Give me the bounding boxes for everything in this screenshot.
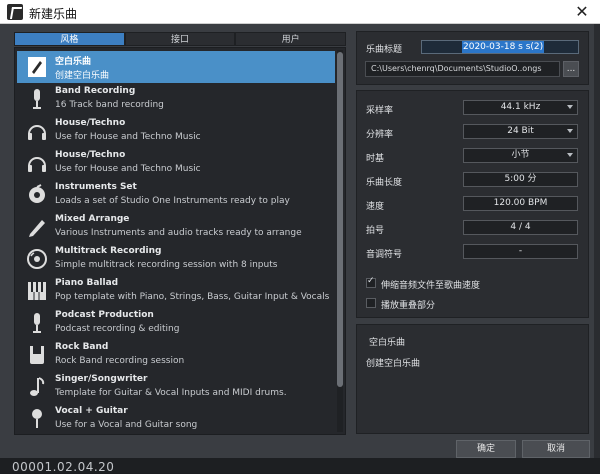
tab-style[interactable]: 风格 (14, 32, 125, 46)
template-name: Multitrack Recording (55, 246, 162, 256)
timebase-value: 小节 (511, 150, 530, 160)
template-item[interactable]: House/Techno Use for House and Techno Mu… (17, 115, 335, 147)
template-name: Singer/Songwriter (55, 374, 148, 384)
template-name: Rock Band (55, 342, 109, 352)
template-list: 空白乐曲 创建空白乐曲 Band Recording 16 Track band… (14, 47, 346, 435)
template-item[interactable]: Singer/Songwriter Template for Guitar & … (17, 371, 335, 403)
browse-button[interactable]: ... (563, 61, 579, 77)
tab-user[interactable]: 用户 (235, 32, 347, 46)
microphone-icon (25, 407, 49, 431)
chevron-down-icon (567, 153, 573, 157)
template-name: Piano Ballad (55, 278, 119, 288)
template-desc: Rock Band recording session (55, 356, 185, 366)
template-item[interactable]: Band Recording 16 Track band recording (17, 83, 335, 115)
template-name: 空白乐曲 (55, 57, 92, 67)
rock-hand-icon (25, 343, 49, 367)
sample-rate-select[interactable]: 44.1 kHz (463, 100, 578, 115)
stretch-audio-checkbox[interactable] (366, 276, 376, 288)
key-signature-field[interactable]: - (463, 244, 578, 259)
template-desc: Various Instruments and audio tracks rea… (55, 228, 302, 238)
play-overlaps-label: 播放重叠部分 (381, 301, 436, 311)
template-item[interactable]: Instruments Set Loads a set of Studio On… (17, 179, 335, 211)
close-button[interactable]: ✕ (572, 2, 592, 22)
headphones-icon (25, 151, 49, 175)
template-item[interactable]: Podcast Production Podcast recording & e… (17, 307, 335, 339)
time-signature-field[interactable]: 4 / 4 (463, 220, 578, 235)
resolution-select[interactable]: 24 Bit (463, 124, 578, 139)
timebase-label: 时基 (366, 154, 385, 164)
tempo-field[interactable]: 120.00 BPM (463, 196, 578, 211)
song-title-value: 2020-03-18 s s(2) (462, 41, 545, 53)
template-item[interactable]: House/Techno Use for House and Techno Mu… (17, 147, 335, 179)
tab-interface[interactable]: 接口 (124, 32, 236, 46)
template-desc: Simple multitrack recording session with… (55, 260, 278, 270)
template-desc: Use for a Vocal and Guitar song (55, 420, 198, 430)
list-scrollbar-thumb[interactable] (337, 52, 343, 387)
blank-song-icon (25, 55, 49, 79)
resolution-label: 分辨率 (366, 130, 394, 140)
title-bar: 新建乐曲 ✕ (0, 0, 600, 24)
headphones-icon (25, 119, 49, 143)
sample-rate-label: 采样率 (366, 106, 394, 116)
timebase-select[interactable]: 小节 (463, 148, 578, 163)
ok-button[interactable]: 确定 (456, 440, 516, 458)
piano-icon (25, 279, 49, 303)
sample-rate-value: 44.1 kHz (500, 102, 541, 112)
window-title: 新建乐曲 (29, 7, 78, 21)
template-desc: 创建空白乐曲 (55, 71, 110, 81)
chevron-down-icon (567, 129, 573, 133)
template-desc: Pop template with Piano, Strings, Bass, … (55, 292, 330, 302)
play-overlaps-checkbox[interactable] (366, 298, 376, 308)
song-title-input[interactable]: 2020-03-18 s s(2) (421, 40, 579, 54)
template-tabs: 风格 接口 用户 (14, 32, 347, 46)
template-item[interactable]: Rock Band Rock Band recording session (17, 339, 335, 371)
tempo-label: 速度 (366, 202, 385, 212)
template-name: Vocal + Guitar (55, 406, 128, 416)
instrument-icon (25, 183, 49, 207)
template-name: Instruments Set (55, 182, 137, 192)
song-length-label: 乐曲长度 (366, 178, 403, 188)
template-name: Podcast Production (55, 310, 154, 320)
time-signature-label: 拍号 (366, 226, 385, 236)
disc-icon (25, 247, 49, 271)
template-desc: 16 Track band recording (55, 100, 164, 110)
template-item[interactable]: 空白乐曲 创建空白乐曲 (17, 51, 335, 83)
song-title-label: 乐曲标题 (366, 45, 403, 55)
template-desc: Podcast recording & editing (55, 324, 180, 334)
cancel-button[interactable]: 取消 (522, 440, 590, 458)
app-icon (7, 4, 23, 20)
template-name: Mixed Arrange (55, 214, 130, 224)
template-item[interactable]: Multitrack Recording Simple multitrack r… (17, 243, 335, 275)
template-item[interactable]: Vocal + Guitar Use for a Vocal and Guita… (17, 403, 335, 434)
pen-icon (25, 215, 49, 239)
chevron-down-icon (567, 105, 573, 109)
template-name: House/Techno (55, 150, 126, 160)
new-song-dialog: 新建乐曲 ✕ 风格 接口 用户 空白乐曲 创建空白乐曲 Band Recordi… (0, 0, 600, 474)
template-item[interactable]: Piano Ballad Pop template with Piano, St… (17, 275, 335, 307)
template-name: Band Recording (55, 86, 136, 96)
background-edge (594, 24, 600, 458)
description-title: 空白乐曲 (369, 338, 406, 348)
background-time-display: 00001.02.04.20 (12, 460, 115, 474)
song-length-field[interactable]: 5:00 分 (463, 172, 578, 187)
template-desc: Loads a set of Studio One Instruments re… (55, 196, 290, 206)
template-desc: Template for Guitar & Vocal Inputs and M… (55, 388, 287, 398)
description-text: 创建空白乐曲 (366, 359, 421, 369)
template-desc: Use for House and Techno Music (55, 164, 201, 174)
microphone-icon (25, 311, 49, 335)
music-note-icon (25, 375, 49, 399)
song-path-field[interactable]: C:\Users\chenrq\Documents\StudioO..ongs (365, 61, 560, 77)
stretch-audio-label: 伸缩音频文件至歌曲速度 (381, 281, 481, 291)
key-signature-label: 音调符号 (366, 250, 403, 260)
template-name: House/Techno (55, 118, 126, 128)
microphone-icon (25, 87, 49, 111)
template-desc: Use for House and Techno Music (55, 132, 201, 142)
resolution-value: 24 Bit (507, 126, 534, 136)
template-item[interactable]: Mixed Arrange Various Instruments and au… (17, 211, 335, 243)
